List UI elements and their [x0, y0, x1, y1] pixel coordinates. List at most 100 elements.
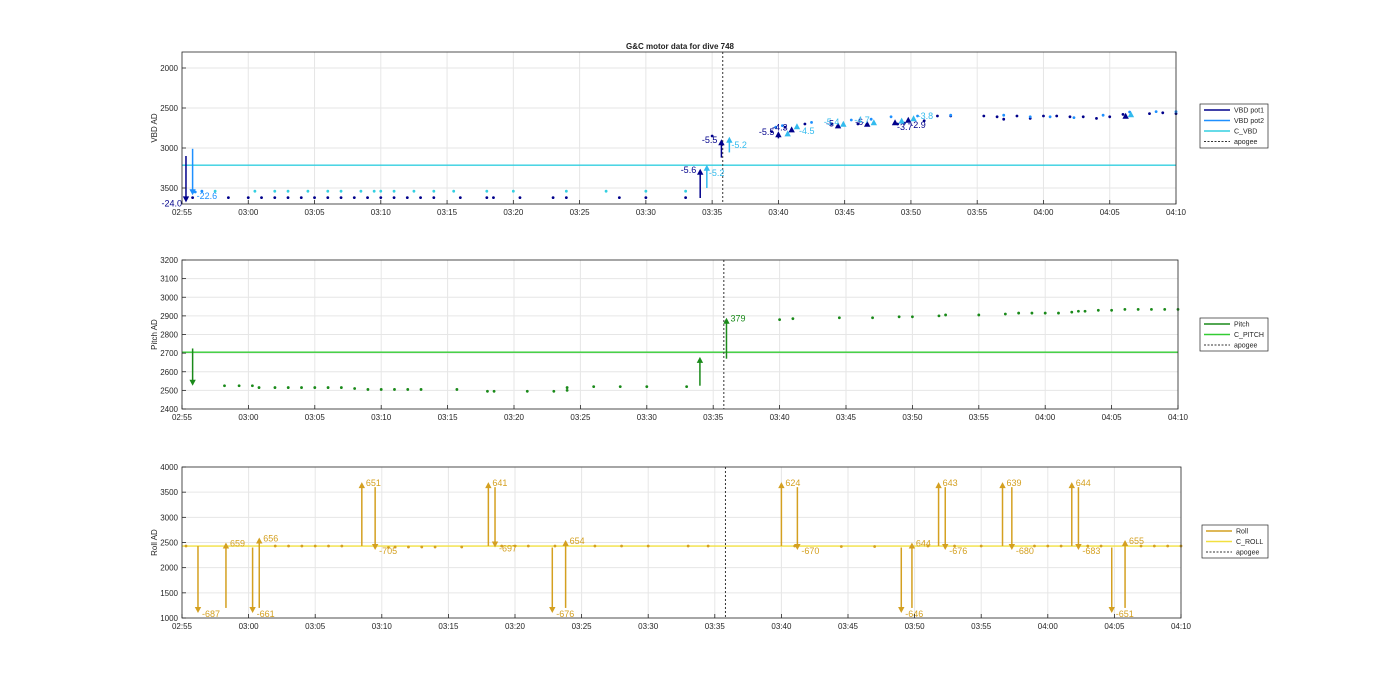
x-tick-label: 03:00 — [238, 413, 259, 422]
arrow-label: 379 — [730, 314, 745, 324]
arrow-label: -651 — [1116, 609, 1134, 619]
arrow-label: -5.4 — [824, 117, 840, 127]
plot-area — [182, 52, 1176, 204]
y-tick-label: 3000 — [160, 513, 178, 522]
data-point — [223, 384, 226, 388]
data-point — [366, 388, 370, 391]
x-tick-label: 03:45 — [838, 622, 859, 631]
data-point — [340, 544, 344, 548]
data-point — [286, 196, 290, 200]
data-point — [1136, 307, 1140, 311]
data-point — [286, 189, 290, 193]
data-point — [273, 189, 277, 193]
data-point — [949, 113, 953, 117]
legend-label: apogee — [1234, 139, 1257, 146]
y-axis-label: Roll AD — [150, 529, 159, 556]
figure-title: G&C motor data for dive 748 — [626, 42, 735, 51]
x-tick-label: 03:40 — [771, 622, 792, 631]
y-tick-label: 3000 — [160, 293, 178, 302]
data-point — [246, 196, 250, 200]
x-tick-label: 03:50 — [902, 413, 923, 422]
data-point — [455, 388, 459, 391]
y-axis-label: VBD AD — [150, 113, 159, 143]
data-point — [1095, 117, 1098, 120]
x-tick-label: 03:25 — [570, 208, 591, 217]
data-point — [486, 389, 489, 393]
data-point — [1096, 308, 1100, 312]
arrow-label: -5.5 — [702, 135, 718, 145]
data-point — [492, 196, 495, 200]
data-point — [339, 196, 343, 200]
legend-label: C_ROLL — [1236, 539, 1263, 546]
arrow-label: -705 — [379, 546, 397, 556]
data-point — [392, 196, 396, 200]
x-tick-label: 03:50 — [901, 208, 922, 217]
data-point — [592, 385, 596, 389]
data-point — [1028, 115, 1032, 119]
data-point — [1152, 544, 1156, 548]
arrow-label: -2.9 — [910, 120, 926, 130]
data-point — [379, 196, 383, 200]
y-tick-label: 2000 — [160, 64, 178, 73]
data-point — [1163, 307, 1167, 311]
x-tick-label: 03:20 — [505, 622, 526, 631]
x-tick-label: 04:05 — [1102, 413, 1123, 422]
data-point — [1017, 311, 1021, 315]
legend-label: VBD pot1 — [1234, 108, 1264, 115]
data-point — [526, 544, 530, 548]
x-tick-label: 03:10 — [371, 208, 392, 217]
data-point — [1101, 113, 1105, 117]
x-tick-label: 03:15 — [438, 413, 459, 422]
arrow-label: -697 — [499, 544, 517, 554]
figure: G&C motor data for dive 748 -24.0 -22.6 -5… — [0, 0, 1400, 693]
data-point — [313, 196, 316, 200]
data-point — [184, 544, 188, 548]
x-tick-label: 03:00 — [239, 622, 260, 631]
x-tick-label: 03:45 — [835, 208, 856, 217]
arrow-label: 639 — [1007, 478, 1022, 488]
arrow-label: 641 — [492, 478, 507, 488]
data-point — [485, 196, 489, 200]
data-point — [326, 189, 330, 193]
y-tick-label: 2500 — [160, 539, 178, 548]
data-point — [995, 115, 999, 119]
x-tick-label: 03:45 — [836, 413, 857, 422]
x-tick-label: 03:30 — [637, 413, 658, 422]
data-point — [564, 196, 568, 200]
y-axis-label: Pitch AD — [150, 319, 159, 350]
data-point — [1123, 307, 1127, 311]
x-tick-label: 03:30 — [636, 208, 657, 217]
arrow-label: -676 — [949, 546, 967, 556]
data-point — [1154, 110, 1158, 113]
data-point — [1161, 111, 1165, 115]
data-point — [839, 545, 843, 548]
data-point — [564, 189, 568, 193]
x-tick-label: 03:40 — [770, 413, 791, 422]
data-point — [405, 196, 409, 200]
panel-roll: -687 659 -661 656 651 -705 641 -697 -676 654 624 -6… — [150, 463, 1269, 631]
y-tick-label: 1000 — [160, 614, 178, 623]
data-point — [273, 196, 277, 200]
data-point — [937, 314, 941, 318]
data-point — [433, 545, 437, 549]
data-point — [1048, 115, 1052, 119]
x-tick-label: 04:10 — [1171, 622, 1192, 631]
data-point — [685, 385, 689, 389]
legend-label: C_VBD — [1234, 129, 1257, 136]
data-point — [420, 545, 424, 549]
y-tick-label: 3500 — [160, 488, 178, 497]
y-tick-label: 2800 — [160, 331, 178, 340]
data-point — [1030, 311, 1034, 315]
y-tick-label: 2600 — [160, 368, 178, 377]
data-point — [944, 313, 947, 317]
x-tick-label: 02:55 — [172, 413, 193, 422]
data-point — [226, 196, 230, 200]
data-point — [593, 544, 597, 548]
data-point — [873, 545, 877, 548]
y-tick-label: 2000 — [160, 564, 178, 573]
data-point — [565, 388, 569, 392]
data-point — [1110, 308, 1113, 312]
y-tick-label: 1500 — [160, 589, 178, 598]
data-point — [306, 189, 310, 193]
arrow-label: -4.3 — [772, 122, 788, 132]
